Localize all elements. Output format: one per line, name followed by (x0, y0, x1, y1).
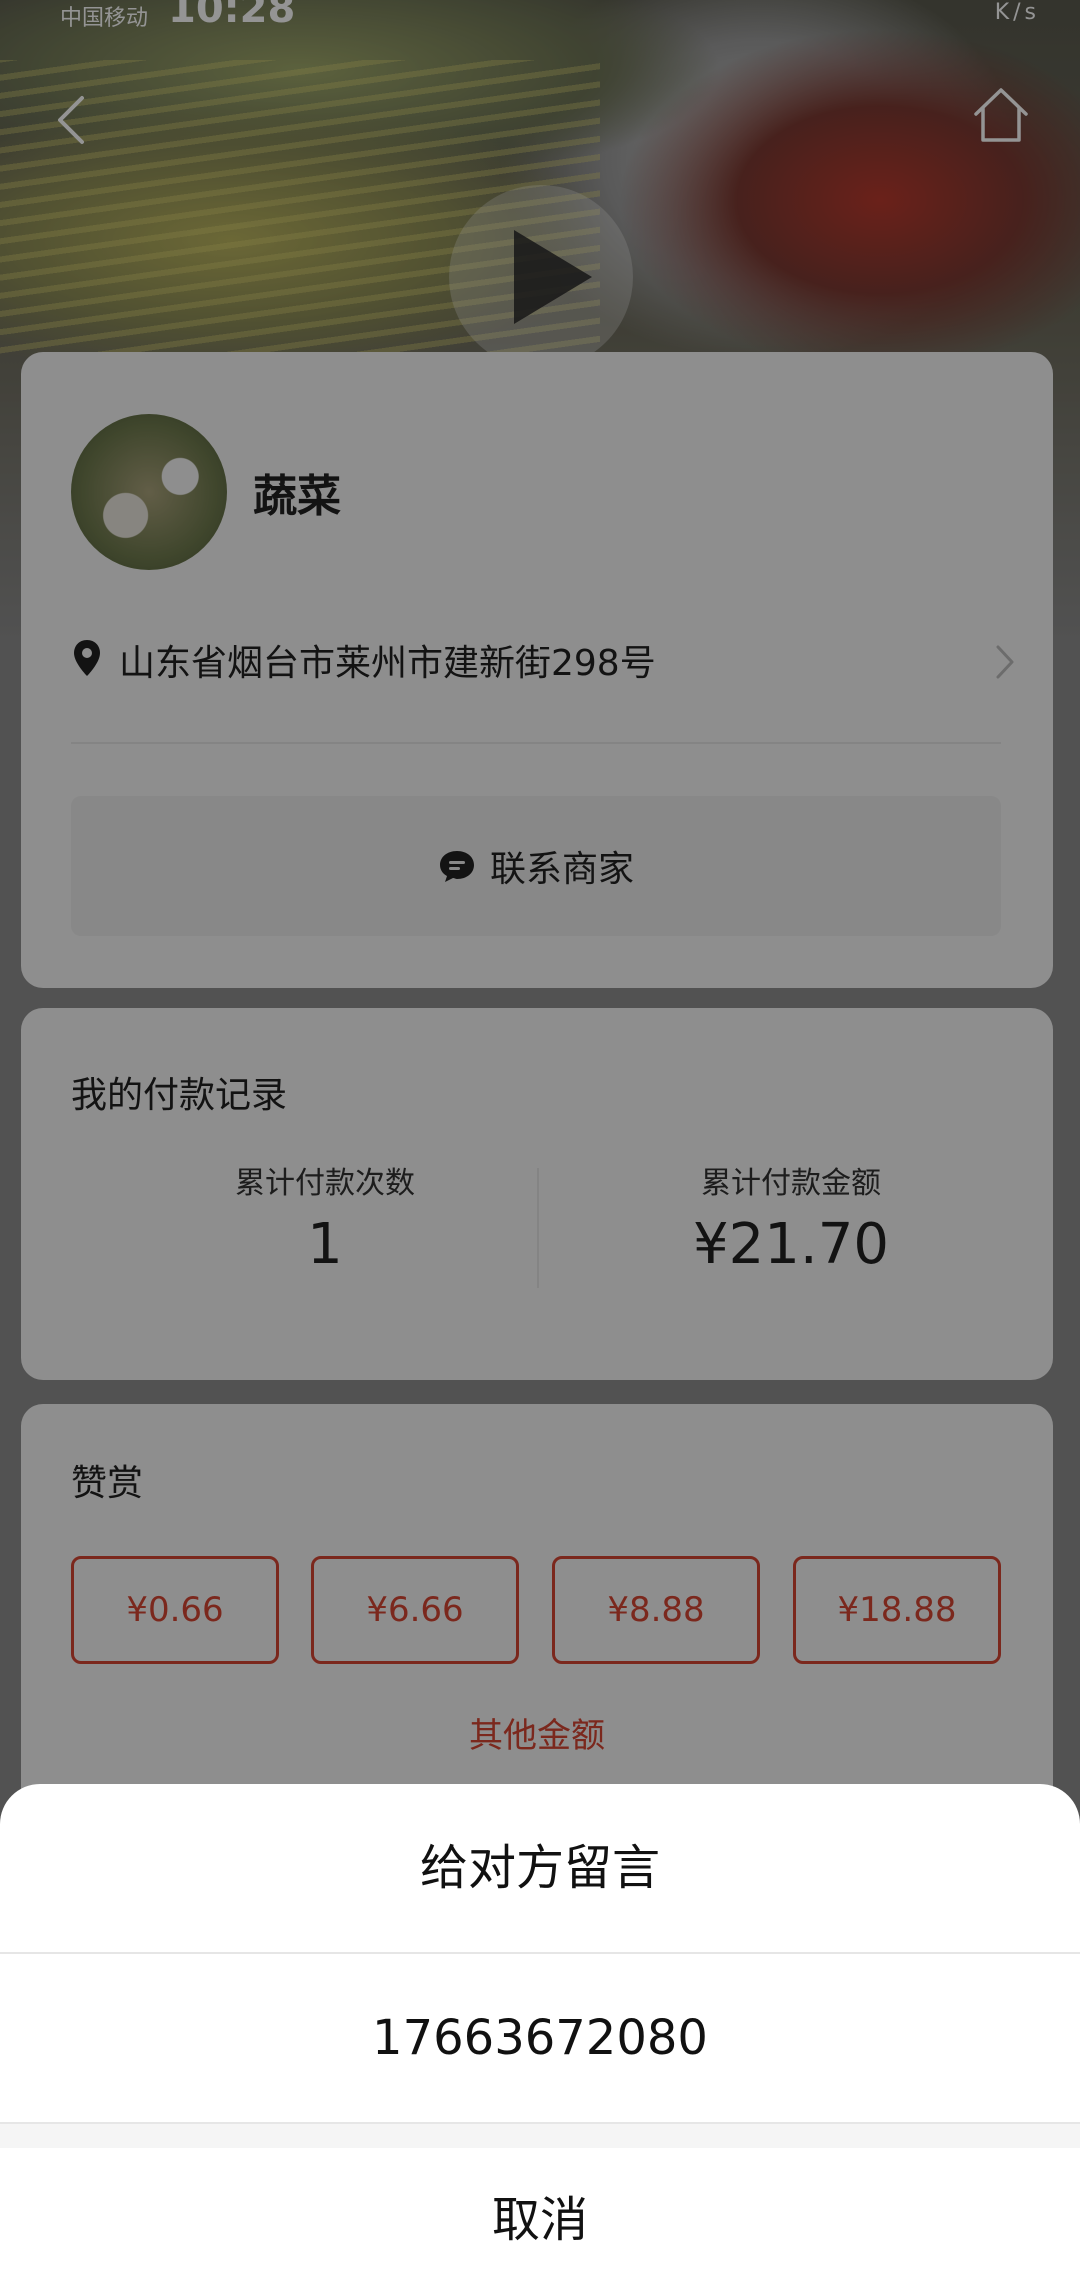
phone-number-option[interactable]: 17663672080 (0, 1954, 1080, 2122)
sheet-separator (0, 2124, 1080, 2148)
leave-message-option[interactable]: 给对方留言 (0, 1784, 1080, 1952)
cancel-button[interactable]: 取消 (0, 2148, 1080, 2292)
action-sheet: 给对方留言 17663672080 取消 (0, 1784, 1080, 2292)
